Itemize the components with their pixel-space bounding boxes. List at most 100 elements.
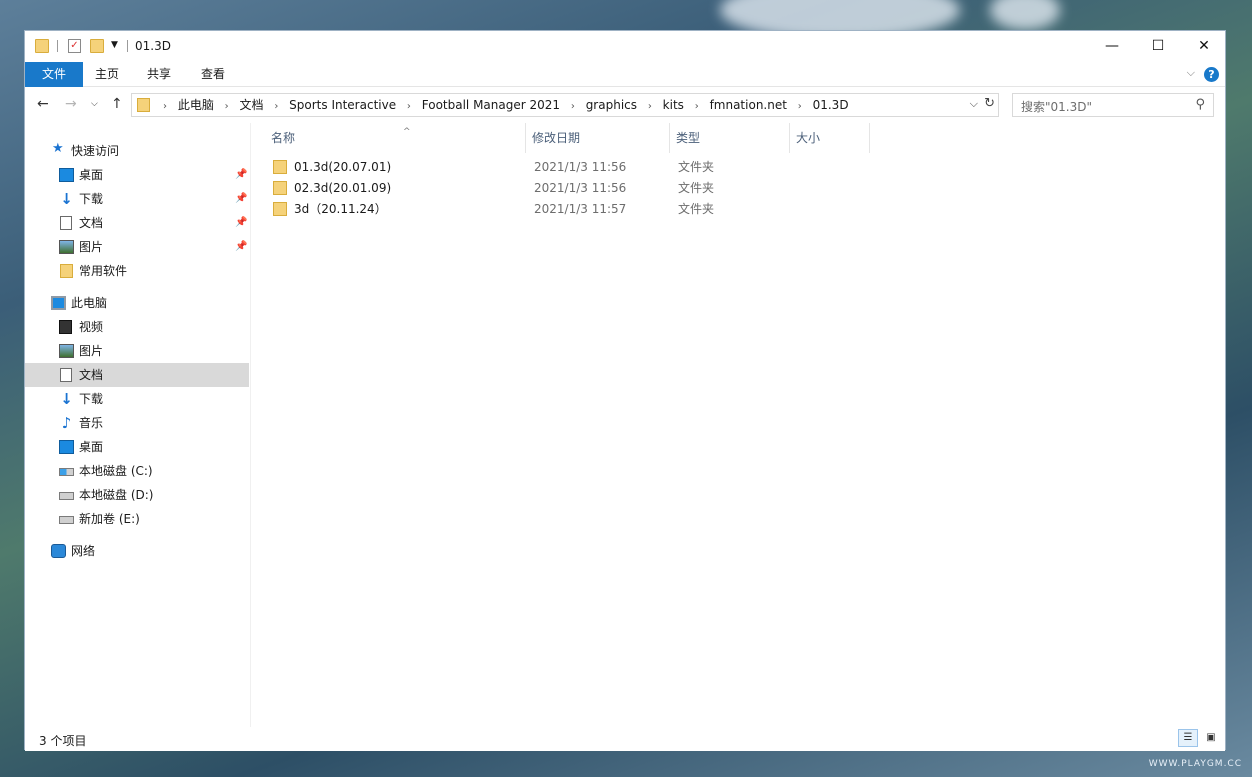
maximize-button[interactable]: ☐ bbox=[1135, 31, 1181, 62]
sidebar-item-this-pc[interactable]: 此电脑 bbox=[25, 291, 249, 315]
column-header-modified[interactable]: 修改日期 bbox=[526, 123, 670, 153]
watermark: WWW.PLAYGM.CC bbox=[1148, 759, 1242, 769]
chevron-right-icon[interactable]: › bbox=[225, 96, 229, 118]
sidebar-item-quick-access[interactable]: ★ 快速访问 bbox=[25, 139, 249, 163]
divider bbox=[57, 40, 58, 52]
sidebar-item-pictures[interactable]: 图片 📌 bbox=[25, 235, 249, 259]
sidebar-item-label: 桌面 bbox=[79, 440, 104, 454]
document-icon bbox=[60, 216, 72, 230]
sidebar-item-downloads[interactable]: ↓ 下载 bbox=[25, 387, 249, 411]
column-header-size[interactable]: 大小 bbox=[790, 123, 870, 153]
sidebar-item-label: 图片 bbox=[79, 240, 104, 254]
breadcrumb-item[interactable]: Football Manager 2021 bbox=[422, 94, 560, 116]
breadcrumb-item[interactable]: 此电脑 bbox=[178, 94, 214, 116]
sidebar-item-label: 本地磁盘 (D:) bbox=[79, 488, 154, 502]
sidebar-item-label: 音乐 bbox=[79, 416, 104, 430]
sidebar-item-label: 快速访问 bbox=[71, 144, 120, 158]
folder-icon bbox=[35, 39, 49, 53]
pin-icon[interactable]: 📌 bbox=[235, 235, 247, 259]
column-header-name[interactable]: ^ 名称 bbox=[265, 123, 526, 153]
forward-arrow-icon[interactable]: → bbox=[65, 96, 77, 112]
details-view-icon[interactable]: ☰ bbox=[1178, 729, 1198, 747]
sidebar-item-label: 网络 bbox=[71, 544, 96, 558]
search-input[interactable]: 搜索"01.3D" ⚲ bbox=[1012, 93, 1214, 117]
breadcrumb-item[interactable]: fmnation.net bbox=[710, 94, 787, 116]
sidebar-item-music[interactable]: ♪ 音乐 bbox=[25, 411, 249, 435]
chevron-down-icon[interactable]: ⌵ bbox=[970, 97, 978, 111]
table-row[interactable]: 02.3d(20.01.09) 2021/1/3 11:56 文件夹 bbox=[267, 178, 847, 199]
column-header-type[interactable]: 类型 bbox=[670, 123, 790, 153]
back-arrow-icon[interactable]: ← bbox=[37, 96, 49, 112]
document-icon bbox=[60, 368, 72, 382]
sidebar-item-downloads[interactable]: ↓ 下载 📌 bbox=[25, 187, 249, 211]
column-header-label: 修改日期 bbox=[532, 131, 581, 145]
sidebar-item-documents[interactable]: 文档 bbox=[25, 363, 249, 387]
sidebar-item-drive-c[interactable]: 本地磁盘 (C:) bbox=[25, 459, 249, 483]
chevron-down-icon[interactable]: ▼ bbox=[111, 40, 118, 50]
sidebar-item-videos[interactable]: 视频 bbox=[25, 315, 249, 339]
expand-ribbon-icon[interactable]: ⌵ bbox=[1187, 66, 1195, 80]
sidebar-item-pictures[interactable]: 图片 bbox=[25, 339, 249, 363]
address-bar[interactable]: › 此电脑 › 文档 › Sports Interactive › Footba… bbox=[131, 93, 999, 117]
chevron-right-icon[interactable]: › bbox=[695, 96, 699, 118]
status-bar: 3 个项目 ☰ ▣ bbox=[25, 727, 1225, 751]
pin-icon[interactable]: 📌 bbox=[235, 187, 247, 211]
chevron-right-icon[interactable]: › bbox=[407, 96, 411, 118]
ribbon-tabs: 文件 主页 共享 查看 ⌵ ? bbox=[25, 62, 1225, 87]
new-folder-icon[interactable] bbox=[90, 39, 104, 53]
table-row[interactable]: 01.3d(20.07.01) 2021/1/3 11:56 文件夹 bbox=[267, 157, 847, 178]
sidebar-item-label: 新加卷 (E:) bbox=[79, 512, 140, 526]
breadcrumb: › 此电脑 › 文档 › Sports Interactive › Footba… bbox=[156, 94, 849, 116]
tab-home[interactable]: 主页 bbox=[83, 62, 131, 87]
folder-icon bbox=[60, 264, 73, 278]
sidebar-item-desktop[interactable]: 桌面 📌 bbox=[25, 163, 249, 187]
file-type: 文件夹 bbox=[678, 202, 715, 216]
help-icon[interactable]: ? bbox=[1204, 67, 1219, 82]
breadcrumb-item[interactable]: kits bbox=[663, 94, 684, 116]
breadcrumb-item[interactable]: 文档 bbox=[240, 94, 264, 116]
sidebar-item-label: 文档 bbox=[79, 368, 104, 382]
sidebar-item-label: 常用软件 bbox=[79, 264, 128, 278]
sidebar-item-documents[interactable]: 文档 📌 bbox=[25, 211, 249, 235]
search-placeholder: 搜索"01.3D" bbox=[1021, 100, 1092, 114]
file-name: 01.3d(20.07.01) bbox=[294, 160, 392, 174]
file-type: 文件夹 bbox=[678, 160, 715, 174]
pin-icon[interactable]: 📌 bbox=[235, 163, 247, 187]
divider bbox=[127, 40, 128, 52]
properties-icon[interactable]: ✓ bbox=[68, 39, 81, 53]
breadcrumb-item[interactable]: 01.3D bbox=[813, 94, 849, 116]
file-list: ^ 名称 修改日期 类型 大小 01.3d(20.07.01) 2021/1/3… bbox=[253, 123, 1225, 727]
navigation-pane: ★ 快速访问 桌面 📌 ↓ 下载 📌 文档 📌 图片 📌 常用软件 此电脑 视频… bbox=[25, 123, 251, 727]
close-button[interactable]: ✕ bbox=[1181, 31, 1227, 62]
folder-icon bbox=[273, 160, 287, 174]
chevron-right-icon[interactable]: › bbox=[648, 96, 652, 118]
pin-icon[interactable]: 📌 bbox=[235, 211, 247, 235]
column-header-label: 类型 bbox=[676, 131, 701, 145]
minimize-button[interactable]: — bbox=[1089, 31, 1135, 62]
tab-file[interactable]: 文件 bbox=[25, 62, 83, 87]
recent-locations-icon[interactable]: ⌵ bbox=[91, 99, 98, 109]
breadcrumb-item[interactable]: Sports Interactive bbox=[289, 94, 396, 116]
drive-icon bbox=[59, 516, 74, 524]
sidebar-item-network[interactable]: 网络 bbox=[25, 539, 249, 563]
large-icons-view-icon[interactable]: ▣ bbox=[1201, 729, 1221, 747]
up-arrow-icon[interactable]: ↑ bbox=[111, 96, 123, 112]
sidebar-item-label: 此电脑 bbox=[71, 296, 108, 310]
tab-share[interactable]: 共享 bbox=[135, 62, 183, 87]
chevron-right-icon: › bbox=[163, 101, 167, 112]
breadcrumb-item[interactable]: graphics bbox=[586, 94, 637, 116]
sidebar-item-desktop[interactable]: 桌面 bbox=[25, 435, 249, 459]
item-count: 3 个项目 bbox=[39, 734, 87, 748]
sidebar-item-common-software[interactable]: 常用软件 bbox=[25, 259, 249, 283]
refresh-icon[interactable]: ↻ bbox=[984, 96, 995, 111]
tab-view[interactable]: 查看 bbox=[189, 62, 237, 87]
sidebar-item-drive-d[interactable]: 本地磁盘 (D:) bbox=[25, 483, 249, 507]
download-icon: ↓ bbox=[60, 190, 73, 208]
chevron-right-icon[interactable]: › bbox=[798, 96, 802, 118]
explorer-window: ✓ ▼ 01.3D — ☐ ✕ 文件 主页 共享 查看 ⌵ ? ← → ⌵ ↑ … bbox=[24, 30, 1227, 751]
sidebar-item-drive-e[interactable]: 新加卷 (E:) bbox=[25, 507, 249, 531]
file-date: 2021/1/3 11:57 bbox=[534, 202, 627, 216]
table-row[interactable]: 3d（20.11.24） 2021/1/3 11:57 文件夹 bbox=[267, 199, 847, 220]
chevron-right-icon[interactable]: › bbox=[571, 96, 575, 118]
chevron-right-icon[interactable]: › bbox=[274, 96, 278, 118]
